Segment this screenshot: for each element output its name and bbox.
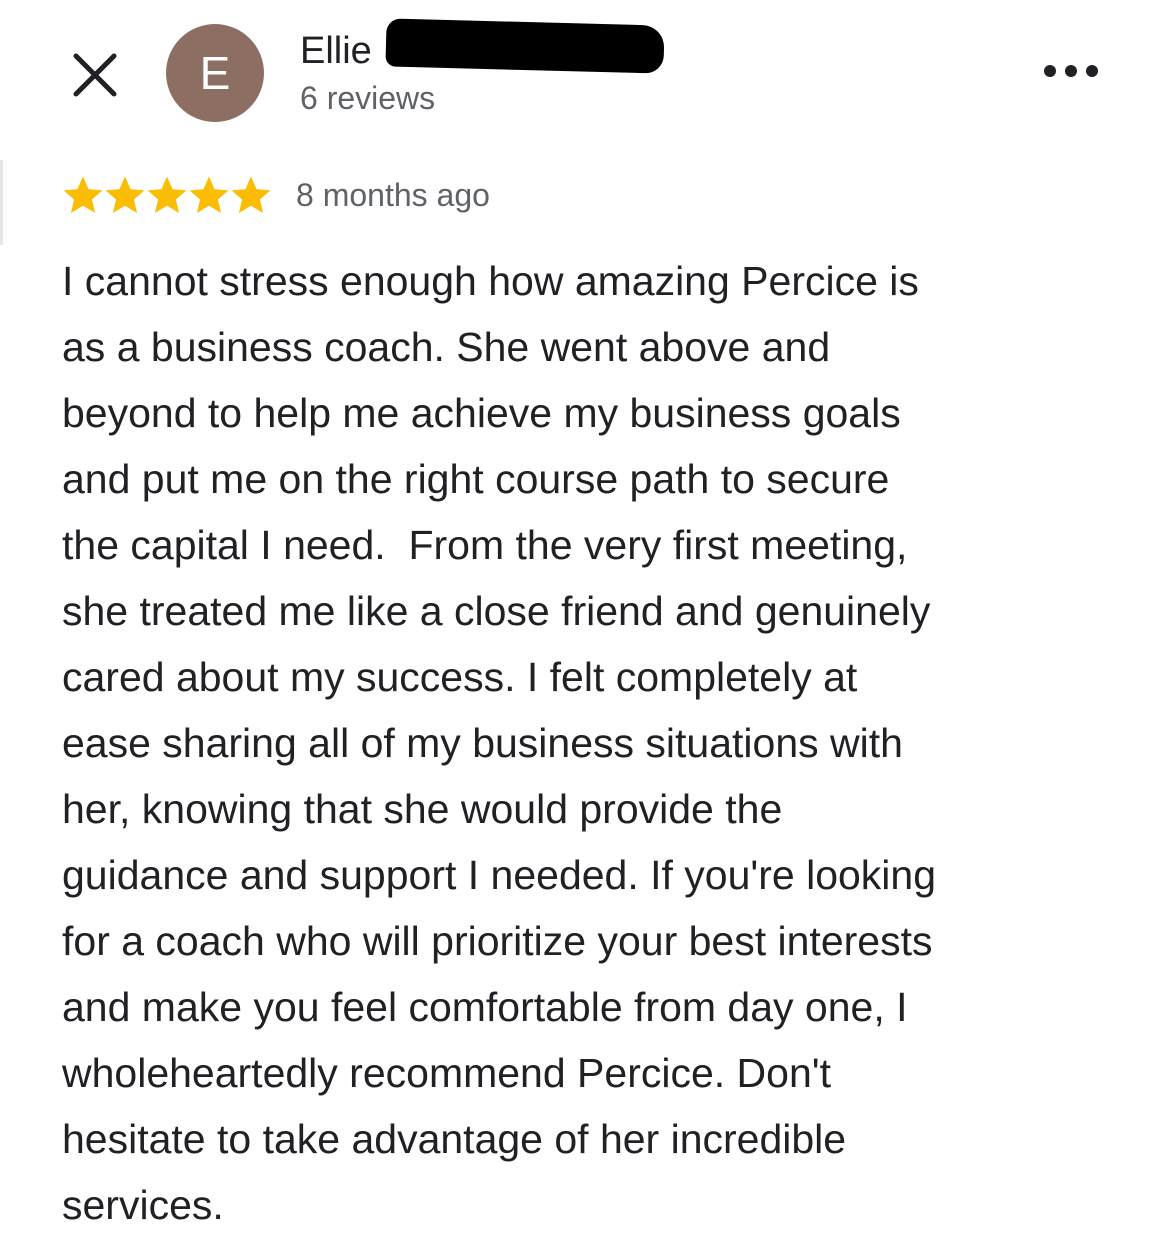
more-options-button[interactable] <box>1040 55 1102 87</box>
review-text-line: she treated me like a close friend and g… <box>62 588 931 634</box>
review-text-line: as a business coach. She went above and <box>62 324 831 370</box>
review-text-line: guidance and support I needed. If you're… <box>62 852 937 898</box>
review-text-line: ease sharing all of my business situatio… <box>62 720 903 766</box>
review-text-line: beyond to help me achieve my business go… <box>62 390 901 436</box>
review-text: I cannot stress enough how amazing Perci… <box>62 248 1142 1238</box>
star-rating <box>62 174 272 216</box>
review-text-line: and put me on the right course path to s… <box>62 456 890 502</box>
review-text-line: and make you feel comfortable from day o… <box>62 984 908 1030</box>
reviewer-name[interactable]: Ellie <box>300 28 372 74</box>
review-text-line: hesitate to take advantage of her incred… <box>62 1116 847 1162</box>
review-text-line: cared about my success. I felt completel… <box>62 654 858 700</box>
review-text-line: services. <box>62 1182 224 1228</box>
close-icon <box>73 53 117 97</box>
review-count: 6 reviews <box>300 80 436 116</box>
review-text-line: for a coach who will prioritize your bes… <box>62 918 933 964</box>
redaction-mark <box>385 18 665 74</box>
avatar[interactable]: E <box>166 24 264 122</box>
review-date: 8 months ago <box>296 177 490 213</box>
review-text-line: wholeheartedly recommend Percice. Don't <box>62 1050 831 1096</box>
left-edge-divider <box>0 160 3 245</box>
star-icon <box>105 176 145 213</box>
review-text-line: her, knowing that she would provide the <box>62 786 783 832</box>
star-icon <box>231 176 271 213</box>
review-text-line: the capital I need. From the very first … <box>62 522 908 568</box>
review-text-line: I cannot stress enough how amazing Perci… <box>62 258 919 304</box>
star-icon <box>63 176 103 213</box>
star-icon <box>147 176 187 213</box>
star-icon <box>189 176 229 213</box>
close-button[interactable] <box>70 50 120 100</box>
